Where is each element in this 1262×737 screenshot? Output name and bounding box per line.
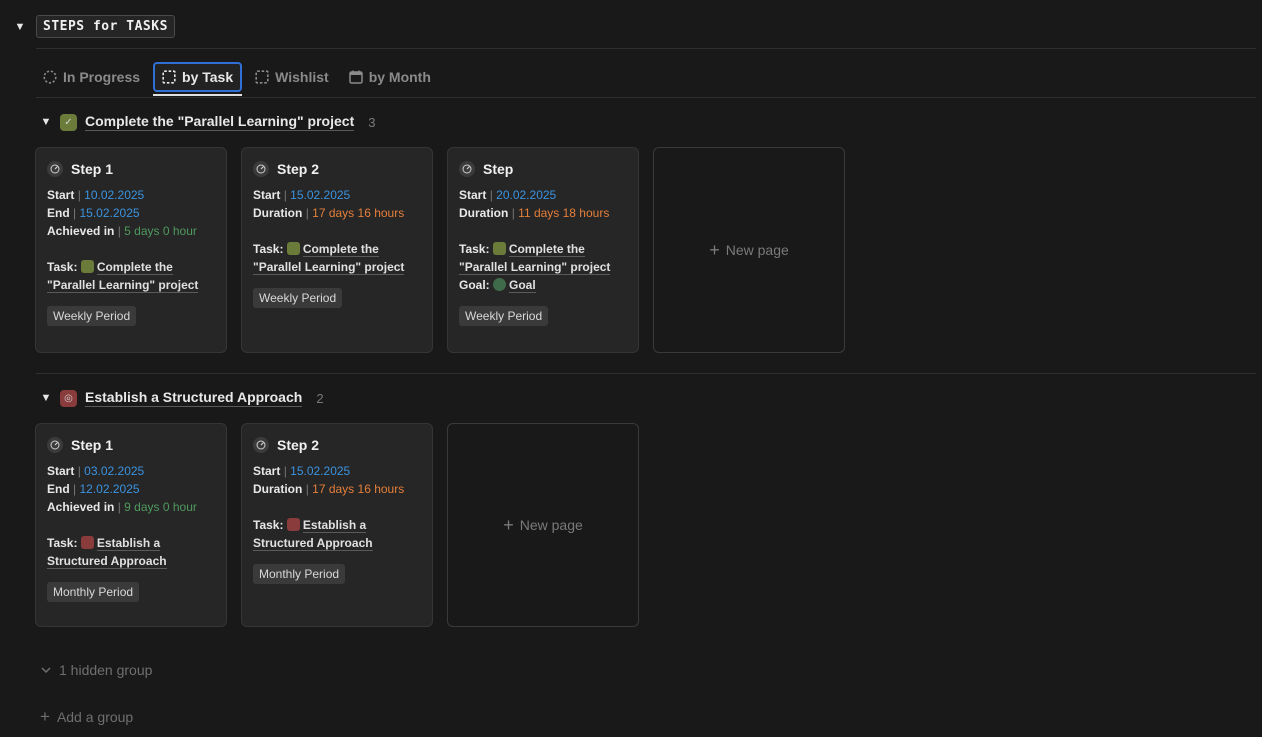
period-tag: Weekly Period — [47, 306, 137, 326]
divider — [36, 97, 1256, 98]
prop-start: Start | 10.02.2025 — [47, 188, 145, 202]
group-header: ▼ ✓ Complete the "Parallel Learning" pro… — [40, 113, 375, 131]
group-count: 3 — [368, 114, 376, 130]
gauge-icon — [47, 437, 63, 453]
prop-duration: Duration | 17 days 16 hours — [253, 482, 405, 496]
prop-end: End | 12.02.2025 — [47, 482, 140, 496]
board-view: ▼ STEPS for TASKS In Progress by Task Wi… — [0, 0, 1262, 737]
prop-duration: Duration | 17 days 16 hours — [253, 206, 405, 220]
prop-task: Task: Complete the "Parallel Learning" p… — [253, 242, 405, 275]
calendar-icon — [348, 70, 363, 84]
task-emoji-icon — [286, 242, 300, 255]
chevron-down-icon — [41, 667, 51, 674]
prop-start: Start | 15.02.2025 — [253, 464, 351, 478]
card[interactable]: Step 1 Start | 03.02.2025 End | 12.02.20… — [35, 423, 227, 627]
prop-duration: Duration | 11 days 18 hours — [459, 206, 610, 220]
card-title: Step 1 — [71, 161, 114, 177]
task-emoji-icon — [492, 242, 506, 255]
gauge-icon — [459, 161, 475, 177]
dashed-circle-icon — [43, 70, 57, 84]
hidden-group-label: 1 hidden group — [59, 662, 153, 678]
prop-start: Start | 03.02.2025 — [47, 464, 145, 478]
tab-label: Wishlist — [275, 69, 329, 85]
caret-down-icon[interactable]: ▼ — [14, 21, 26, 33]
prop-task: Task: Establish a Structured Approach — [253, 518, 373, 551]
plus-icon: + — [40, 707, 50, 726]
goal-emoji-icon — [493, 278, 507, 291]
hidden-group-toggle[interactable]: 1 hidden group — [40, 662, 152, 678]
card-title: Step 2 — [277, 161, 320, 177]
view-tabs: In Progress by Task Wishlist by Month — [36, 62, 438, 96]
period-tag: Weekly Period — [253, 288, 343, 308]
card-title: Step 1 — [71, 437, 114, 453]
prop-start: Start | 20.02.2025 — [459, 188, 557, 202]
database-title[interactable]: STEPS for TASKS — [36, 15, 175, 38]
card[interactable]: Step 1 Start | 10.02.2025 End | 15.02.20… — [35, 147, 227, 353]
prop-start: Start | 15.02.2025 — [253, 188, 351, 202]
group-count: 2 — [316, 390, 324, 406]
gauge-icon — [47, 161, 63, 177]
group-title[interactable]: Complete the "Parallel Learning" project — [85, 113, 355, 131]
gauge-icon — [253, 437, 269, 453]
period-tag: Monthly Period — [47, 582, 140, 602]
add-group-label: Add a group — [56, 709, 134, 725]
new-page-label: New page — [519, 517, 583, 533]
card-title: Step 2 — [277, 437, 320, 453]
tab-label: by Month — [368, 69, 431, 85]
prop-task: Task: Complete the "Parallel Learning" p… — [459, 242, 611, 275]
card[interactable]: Step Start | 20.02.2025 Duration | 11 da… — [447, 147, 639, 353]
tab-label: In Progress — [63, 69, 141, 85]
task-emoji-icon — [80, 536, 94, 549]
divider — [36, 373, 1256, 374]
database-header: ▼ STEPS for TASKS — [14, 15, 175, 38]
tab-by-month[interactable]: by Month — [342, 62, 438, 92]
period-tag: Monthly Period — [253, 564, 346, 584]
prop-achieved: Achieved in | 5 days 0 hour — [47, 224, 197, 238]
period-tag: Weekly Period — [459, 306, 549, 326]
tab-wishlist[interactable]: Wishlist — [248, 62, 336, 92]
tab-in-progress[interactable]: In Progress — [36, 62, 147, 92]
caret-down-icon[interactable]: ▼ — [40, 116, 52, 128]
tab-by-task[interactable]: by Task — [153, 62, 243, 96]
divider — [36, 48, 1256, 49]
prop-end: End | 15.02.2025 — [47, 206, 140, 220]
prop-goal: Goal: Goal — [459, 278, 536, 293]
task-emoji-icon: ◎ — [60, 389, 77, 407]
task-emoji-icon — [286, 518, 300, 531]
tab-label: by Task — [182, 69, 234, 85]
plus-icon: + — [503, 514, 514, 535]
add-group-button[interactable]: + Add a group — [40, 707, 133, 727]
prop-task: Task: Complete the "Parallel Learning" p… — [47, 260, 199, 293]
plus-icon: + — [709, 239, 720, 260]
gauge-icon — [253, 161, 269, 177]
task-emoji-icon — [80, 260, 94, 273]
group-header: ▼ ◎ Establish a Structured Approach 2 — [40, 389, 324, 407]
task-emoji-icon: ✓ — [60, 113, 77, 131]
card[interactable]: Step 2 Start | 15.02.2025 Duration | 17 … — [241, 423, 433, 627]
dashed-square-icon — [162, 70, 176, 84]
group-title[interactable]: Establish a Structured Approach — [85, 389, 303, 407]
card-title: Step — [483, 161, 514, 177]
new-page-button[interactable]: + New page — [447, 423, 639, 627]
caret-down-icon[interactable]: ▼ — [40, 392, 52, 404]
new-page-button[interactable]: + New page — [653, 147, 845, 353]
dashed-square-icon — [255, 70, 269, 84]
card[interactable]: Step 2 Start | 15.02.2025 Duration | 17 … — [241, 147, 433, 353]
prop-task: Task: Establish a Structured Approach — [47, 536, 167, 569]
prop-achieved: Achieved in | 9 days 0 hour — [47, 500, 197, 514]
goal-link[interactable]: Goal — [509, 278, 536, 293]
new-page-label: New page — [725, 242, 789, 258]
